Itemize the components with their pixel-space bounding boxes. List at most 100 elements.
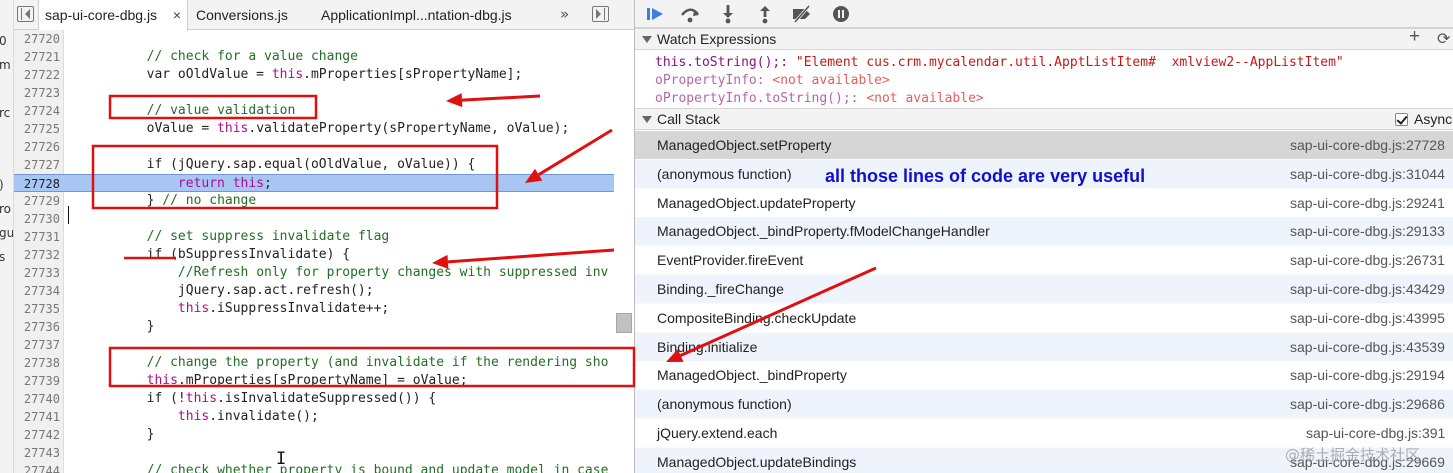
- call-frame-location[interactable]: sap-ui-core-dbg.js:43539: [1290, 333, 1445, 362]
- code-line[interactable]: 27741 this.invalidate();: [14, 408, 614, 426]
- call-frame[interactable]: Binding._fireChange sap-ui-core-dbg.js:43…: [635, 275, 1453, 304]
- line-number[interactable]: 27733: [14, 264, 60, 282]
- code-line[interactable]: 27737: [14, 336, 614, 354]
- line-number[interactable]: 27732: [14, 246, 60, 264]
- line-number[interactable]: 27744: [14, 462, 60, 473]
- code-line[interactable]: 27726: [14, 138, 614, 156]
- toggle-navigator-icon[interactable]: [17, 6, 34, 22]
- code-line[interactable]: 27744 // check whether property is bound…: [14, 462, 614, 473]
- call-frame-location[interactable]: sap-ui-core-dbg.js:27728: [1290, 131, 1445, 160]
- line-number[interactable]: 27724: [14, 102, 60, 120]
- line-number[interactable]: 27728: [14, 175, 60, 193]
- code-line[interactable]: 27732 if (bSuppressInvalidate) {: [14, 246, 614, 264]
- line-number[interactable]: 27741: [14, 408, 60, 426]
- code-line[interactable]: 27729 } // no change: [14, 192, 614, 210]
- current-execution-line[interactable]: 27728 return this;: [14, 174, 614, 192]
- call-frame-location[interactable]: sap-ui-core-dbg.js:43995: [1290, 304, 1445, 333]
- call-frame-location[interactable]: sap-ui-core-dbg.js:29194: [1290, 361, 1445, 390]
- line-number[interactable]: 27722: [14, 66, 60, 84]
- call-stack-header[interactable]: Call Stack Async: [635, 108, 1453, 130]
- code-line[interactable]: 27731 // set suppress invalidate flag: [14, 228, 614, 246]
- call-frame[interactable]: (anonymous function) sap-ui-core-dbg.js:2…: [635, 390, 1453, 420]
- tab-conversions[interactable]: Conversions.js: [196, 0, 288, 30]
- line-number[interactable]: 27743: [14, 444, 60, 462]
- line-number[interactable]: 27739: [14, 372, 60, 390]
- line-number[interactable]: 27720: [14, 30, 60, 48]
- call-frame-location[interactable]: sap-ui-core-dbg.js:29133: [1290, 217, 1445, 246]
- code-line[interactable]: 27724 // value validation: [14, 102, 614, 120]
- call-frame[interactable]: ManagedObject._bindProperty.fModelChange…: [635, 217, 1453, 247]
- code-line[interactable]: 27734 jQuery.sap.act.refresh();: [14, 282, 614, 300]
- code-line[interactable]: 27727 if (jQuery.sap.equal(oOldValue, oV…: [14, 156, 614, 174]
- code-line[interactable]: 27740 if (!this.isInvalidateSuppressed()…: [14, 390, 614, 408]
- watch-expressions-header[interactable]: Watch Expressions + ⟳: [635, 26, 1453, 50]
- editor-scrollbar[interactable]: [616, 313, 632, 333]
- line-number[interactable]: 27725: [14, 120, 60, 138]
- code-line[interactable]: 27722 var oOldValue = this.mProperties[s…: [14, 66, 614, 84]
- deactivate-breakpoints-icon[interactable]: [789, 2, 815, 26]
- close-icon[interactable]: ×: [173, 0, 181, 30]
- tab-application-impl[interactable]: ApplicationImpl...ntation-dbg.js: [321, 0, 512, 30]
- line-number[interactable]: 27740: [14, 390, 60, 408]
- watch-expression[interactable]: this.toString();: "Element cus.crm.mycal…: [655, 54, 1344, 71]
- code-line[interactable]: 27735 this.iSuppressInvalidate++;: [14, 300, 614, 318]
- collapse-triangle-icon[interactable]: [642, 36, 652, 43]
- line-number[interactable]: 27727: [14, 156, 60, 174]
- code-line[interactable]: 27730: [14, 210, 614, 228]
- step-over-icon[interactable]: [677, 2, 703, 26]
- code-line[interactable]: 27739 this.mProperties[sPropertyName] = …: [14, 372, 614, 390]
- left-panel-strip: 0 m rc) ro gu s: [0, 0, 14, 473]
- code-line[interactable]: 27736 }: [14, 318, 614, 336]
- clipped-text-fragment: rc: [0, 106, 11, 120]
- resume-icon[interactable]: [643, 2, 669, 26]
- refresh-watch-icon[interactable]: ⟳: [1437, 29, 1450, 50]
- call-frame-location[interactable]: sap-ui-core-dbg.js:29241: [1290, 189, 1445, 218]
- step-into-icon[interactable]: [715, 2, 741, 26]
- call-frame[interactable]: Binding.initialize sap-ui-core-dbg.js:435…: [635, 332, 1453, 362]
- line-number[interactable]: 27734: [14, 282, 60, 300]
- watch-expression[interactable]: oPropertyInfo.toString();: <not availabl…: [655, 90, 984, 107]
- code-line[interactable]: 27738 // change the property (and invali…: [14, 354, 614, 372]
- add-watch-icon[interactable]: +: [1409, 26, 1420, 47]
- line-number[interactable]: 27731: [14, 228, 60, 246]
- line-number[interactable]: 27738: [14, 354, 60, 372]
- debugger-toolbar: [635, 0, 1453, 28]
- call-frame-location[interactable]: sap-ui-core-dbg.js:31044: [1290, 160, 1445, 189]
- line-number[interactable]: 27742: [14, 426, 60, 444]
- call-frame-location[interactable]: sap-ui-core-dbg.js:29686: [1290, 390, 1445, 419]
- call-frame-selected[interactable]: ManagedObject.setProperty sap-ui-core-dbg…: [635, 131, 1453, 160]
- line-number[interactable]: 27729: [14, 192, 60, 210]
- line-number[interactable]: 27735: [14, 300, 60, 318]
- call-frame-location[interactable]: sap-ui-core-dbg.js:26731: [1290, 246, 1445, 275]
- tab-sap-ui-core-dbg[interactable]: sap-ui-core-dbg.js ×: [38, 0, 188, 31]
- call-frame[interactable]: EventProvider.fireEvent sap-ui-core-dbg.j…: [635, 246, 1453, 276]
- code-line[interactable]: 27725 oValue = this.validateProperty(sPr…: [14, 120, 614, 138]
- source-editor[interactable]: sap-ui-core-dbg.js × Conversions.js Appl…: [14, 0, 634, 473]
- toggle-debugger-icon[interactable]: [592, 6, 609, 22]
- call-frame[interactable]: ManagedObject.updateProperty sap-ui-core-…: [635, 188, 1453, 218]
- collapse-triangle-icon[interactable]: [642, 116, 652, 123]
- line-number[interactable]: 27737: [14, 336, 60, 354]
- code-line[interactable]: 27721 // check for a value change: [14, 48, 614, 66]
- code-line[interactable]: 27723: [14, 84, 614, 102]
- watch-expression[interactable]: oPropertyInfo: <not available>: [655, 72, 890, 89]
- line-number[interactable]: 27721: [14, 48, 60, 66]
- more-tabs-icon[interactable]: »: [560, 0, 569, 28]
- call-frame[interactable]: CompositeBinding.checkUpdate sap-ui-core-…: [635, 303, 1453, 333]
- code-area[interactable]: 27720 27721 // check for a value change 27…: [14, 30, 634, 473]
- call-frame-location[interactable]: sap-ui-core-dbg.js:43429: [1290, 275, 1445, 304]
- code-line[interactable]: 27743: [14, 444, 614, 462]
- async-checkbox[interactable]: [1395, 113, 1408, 126]
- code-token: this: [217, 121, 249, 136]
- pause-on-exceptions-icon[interactable]: [828, 2, 854, 26]
- code-line[interactable]: 27720: [14, 30, 614, 48]
- line-number[interactable]: 27730: [14, 210, 60, 228]
- call-frame[interactable]: ManagedObject._bindProperty sap-ui-core-d…: [635, 361, 1453, 391]
- step-out-icon[interactable]: [752, 2, 778, 26]
- line-number[interactable]: 27726: [14, 138, 60, 156]
- code-line[interactable]: 27733 //Refresh only for property change…: [14, 264, 614, 282]
- line-number[interactable]: 27736: [14, 318, 60, 336]
- code-line[interactable]: 27742 }: [14, 426, 614, 444]
- line-number[interactable]: 27723: [14, 84, 60, 102]
